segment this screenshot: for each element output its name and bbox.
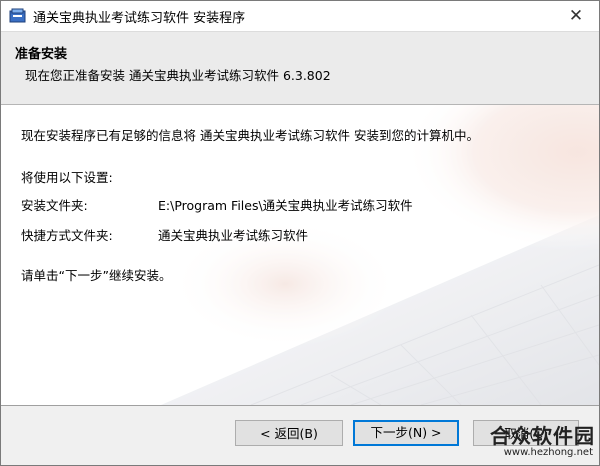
window-title: 通关宝典执业考试练习软件 安装程序	[33, 11, 246, 26]
page-title: 准备安装	[15, 47, 68, 62]
installer-window: 通关宝典执业考试练习软件 安装程序 ✕ 准备安装 现在您正准备安装 通关宝典执业…	[0, 0, 600, 466]
page-subtitle: 现在您正准备安装 通关宝典执业考试练习软件 6.3.802	[25, 68, 331, 83]
close-icon: ✕	[568, 6, 584, 26]
watermark-url: www.hezhong.net	[503, 447, 593, 458]
title-bar: 通关宝典执业考试练习软件 安装程序 ✕	[1, 1, 599, 32]
close-button[interactable]: ✕	[553, 1, 599, 31]
back-button[interactable]: < 返回(B)	[235, 420, 343, 446]
shortcut-folder-value: 通关宝典执业考试练习软件	[158, 228, 309, 243]
button-bar: < 返回(B) 下一步(N) > 取消(C) 合众软件园 www.hezhong…	[1, 405, 599, 465]
installer-box-icon	[9, 8, 26, 23]
settings-heading: 将使用以下设置:	[21, 170, 113, 185]
instruction-text: 请单击“下一步”继续安装。	[21, 268, 172, 283]
install-folder-label: 安装文件夹:	[21, 198, 88, 213]
watermark-name: 合众软件园	[490, 424, 595, 448]
content-area: 现在安装程序已有足够的信息将 通关宝典执业考试练习软件 安装到您的计算机中。 将…	[1, 105, 599, 405]
install-folder-value: E:\Program Files\通关宝典执业考试练习软件	[158, 198, 413, 213]
page-header: 准备安装 现在您正准备安装 通关宝典执业考试练习软件 6.3.802	[1, 32, 599, 105]
site-watermark: 合众软件园 www.hezhong.net	[463, 420, 595, 462]
shortcut-folder-label: 快捷方式文件夹:	[21, 228, 113, 243]
background-keyboard-image	[1, 105, 599, 405]
next-button[interactable]: 下一步(N) >	[353, 420, 459, 446]
intro-text: 现在安装程序已有足够的信息将 通关宝典执业考试练习软件 安装到您的计算机中。	[21, 128, 479, 143]
